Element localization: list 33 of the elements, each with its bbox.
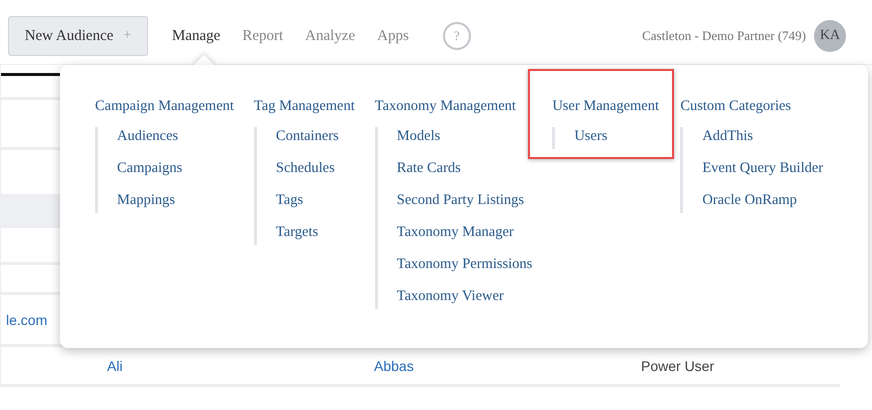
menu-heading[interactable]: Campaign Management	[95, 97, 234, 115]
menu-heading[interactable]: Taxonomy Management	[374, 97, 532, 115]
account-name: Castleton - Demo Partner (749)	[642, 28, 806, 44]
menu-item[interactable]: Users	[574, 127, 680, 145]
user-avatar[interactable]: KA	[814, 20, 846, 52]
menu-heading[interactable]: Tag Management	[254, 97, 355, 115]
nav-tab[interactable]: Analyze	[305, 28, 356, 44]
nav-tab[interactable]: Apps	[377, 28, 409, 44]
menu-item[interactable]: Audiences	[117, 127, 234, 145]
menu-item[interactable]: Mappings	[117, 191, 234, 209]
table-cell[interactable]: Abbas	[374, 358, 641, 374]
menu-item[interactable]: Models	[396, 127, 532, 145]
menu-item[interactable]: Taxonomy Permissions	[396, 255, 532, 273]
menu-item[interactable]: Taxonomy Viewer	[396, 287, 532, 305]
menu-item[interactable]: Oracle OnRamp	[702, 191, 824, 209]
menu-item[interactable]: Campaigns	[117, 159, 234, 177]
menu-item[interactable]: Rate Cards	[396, 159, 532, 177]
new-audience-button[interactable]: New Audience +	[8, 16, 148, 56]
nav-tab[interactable]: Manage	[172, 28, 220, 44]
menu-item[interactable]: Containers	[276, 127, 355, 145]
menu-item[interactable]: Taxonomy Manager	[396, 223, 532, 241]
menu-item[interactable]: AddThis	[702, 127, 824, 145]
table-cell[interactable]: Ali	[107, 358, 374, 374]
menu-item[interactable]: Schedules	[276, 159, 355, 177]
menu-item[interactable]: Targets	[276, 223, 355, 241]
menu-heading[interactable]: User Management	[552, 97, 680, 115]
menu-item[interactable]: Event Query Builder	[702, 159, 824, 177]
menu-item[interactable]: Second Party Listings	[396, 191, 532, 209]
menu-item[interactable]: Tags	[276, 191, 355, 209]
menu-heading[interactable]: Custom Categories	[680, 97, 824, 115]
table-cell-text: Power User	[641, 358, 716, 374]
nav-tab[interactable]: Report	[242, 28, 284, 44]
plus-icon: +	[123, 28, 132, 44]
